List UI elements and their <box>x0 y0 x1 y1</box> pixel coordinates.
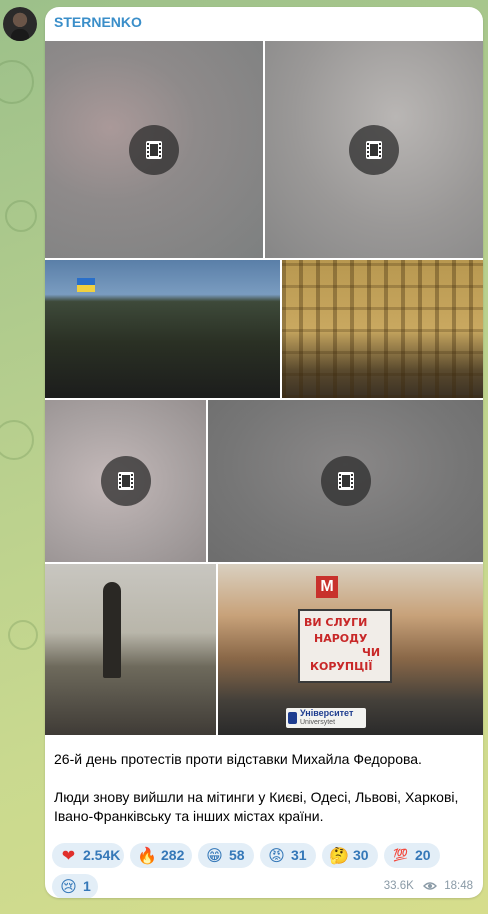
hundred-points-icon: 💯 <box>393 848 408 862</box>
reaction-grin[interactable]: 😁 58 <box>198 843 254 868</box>
reaction-crying[interactable]: 😢 1 <box>52 874 98 898</box>
reaction-count: 2.54K <box>83 847 121 863</box>
channel-name[interactable]: STERNENKO <box>54 14 142 30</box>
heart-icon: ❤ <box>61 846 76 865</box>
crying-face-icon: 😢 <box>60 877 77 896</box>
reaction-count: 282 <box>161 847 185 863</box>
background-doodle <box>5 200 37 232</box>
film-icon <box>349 124 399 175</box>
reaction-angry[interactable]: 😡 31 <box>260 843 316 868</box>
protest-banner: ВИ СЛУГИ НАРОДУ ЧИ КОРУПЦІЇ <box>298 609 392 683</box>
photo-building[interactable] <box>282 260 483 398</box>
reaction-count: 58 <box>229 847 245 863</box>
message-text: 26-й день протестів проти відставки Миха… <box>54 750 474 827</box>
banner-line-1: ВИ СЛУГИ <box>304 616 368 629</box>
background-doodle <box>0 60 34 104</box>
film-icon <box>100 456 151 506</box>
film-icon <box>320 456 371 506</box>
reaction-thinking[interactable]: 🤔 30 <box>322 843 378 868</box>
view-count: 33.6K <box>383 879 414 892</box>
video-thumbnail-4[interactable] <box>208 400 483 562</box>
photo-statue[interactable] <box>45 564 216 735</box>
caption-line-1: 26-й день протестів проти відставки Миха… <box>54 751 422 767</box>
background-doodle <box>8 620 38 650</box>
reaction-count: 30 <box>353 847 369 863</box>
metro-station-icon <box>288 712 297 724</box>
banner-line-4: КОРУПЦІЇ <box>310 660 373 673</box>
eye-icon <box>423 882 438 890</box>
photo-university[interactable]: М ВИ СЛУГИ НАРОДУ ЧИ КОРУПЦІЇ Університе… <box>218 564 483 735</box>
reaction-heart[interactable]: ❤ 2.54K <box>52 843 124 868</box>
reaction-count: 20 <box>415 847 431 863</box>
thinking-face-icon: 🤔 <box>329 846 349 865</box>
message-bubble: STERNENKO М ВИ СЛУГИ НАРОДУ ЧИ КОРУПЦІЇ … <box>45 7 483 898</box>
metro-sign: М <box>316 576 338 598</box>
video-thumbnail-2[interactable] <box>265 41 483 258</box>
university-sign: Університет Universytet <box>286 708 366 728</box>
angry-face-icon: 😡 <box>268 846 285 865</box>
video-thumbnail-3[interactable] <box>45 400 206 562</box>
ukraine-flag <box>77 278 95 292</box>
grinning-face-icon: 😁 <box>206 846 223 865</box>
channel-avatar[interactable] <box>3 7 37 41</box>
sign-line-2: Universytet <box>300 719 336 726</box>
reaction-count: 1 <box>83 878 91 894</box>
film-icon <box>129 124 179 175</box>
background-doodle <box>0 420 34 460</box>
photo-rally[interactable] <box>45 260 280 398</box>
video-thumbnail-1[interactable] <box>45 41 263 258</box>
banner-line-2: НАРОДУ <box>314 632 368 645</box>
message-meta: 33.6K 18:48 <box>384 880 473 892</box>
reaction-fire[interactable]: 🔥 282 <box>130 843 192 868</box>
sign-line-1: Університет <box>300 708 354 718</box>
banner-line-3: ЧИ <box>362 646 381 659</box>
caption-line-2: Люди знову вийшли на мітинги у Києві, Од… <box>54 788 459 825</box>
reaction-count: 31 <box>291 847 307 863</box>
statue <box>103 582 121 678</box>
message-time: 18:48 <box>444 879 473 892</box>
fire-icon: 🔥 <box>137 846 157 865</box>
reaction-hundred[interactable]: 💯 20 <box>384 843 440 868</box>
